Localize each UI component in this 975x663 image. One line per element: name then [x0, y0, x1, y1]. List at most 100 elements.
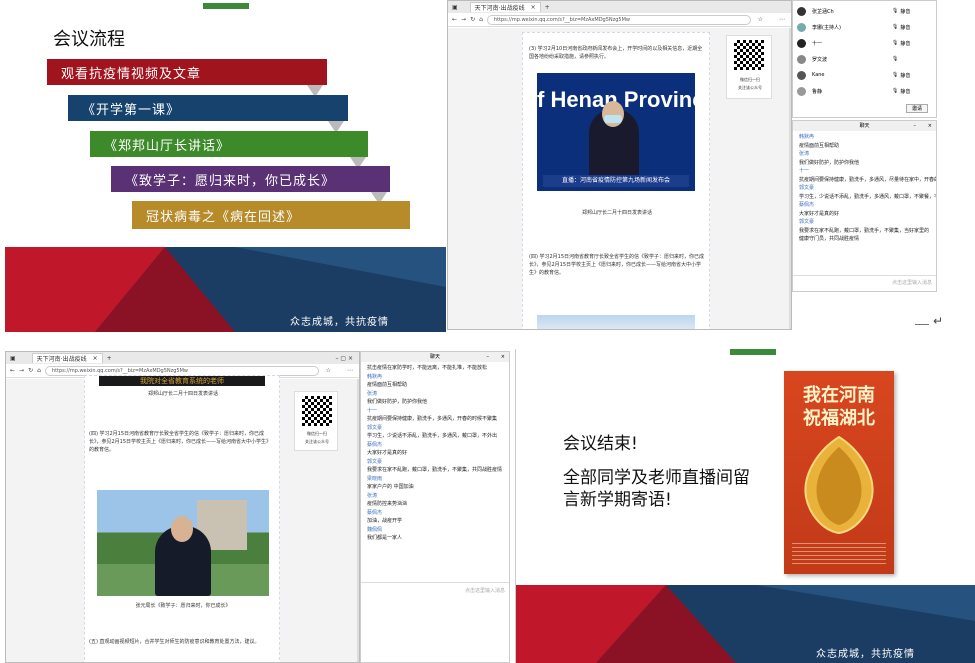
menu-dots-icon[interactable]: ⋯ — [347, 367, 353, 374]
article-paragraph-2: (四) 学习2月15日河南省教育厅长致全省学生的信《致学子：愿归来时，你已成长》… — [529, 254, 705, 276]
article-card: 我院对全省教育系统的老师 郑邦山厅长二月十四日发表讲话 (四) 学习2月15日河… — [84, 375, 280, 662]
slide-agenda: 会议流程 观看抗疫情视频及文章 《开学第一课》 《郑邦山厅长讲话》 《致学子：愿… — [5, 3, 446, 332]
agenda-item-3-label: 《郑邦山厅长讲话》 — [104, 138, 231, 154]
back-icon[interactable]: ← — [10, 367, 15, 374]
home-icon[interactable]: ⌂ — [37, 367, 41, 374]
new-tab-icon[interactable]: + — [545, 4, 550, 11]
home-icon[interactable]: ⌂ — [479, 16, 483, 23]
avatar — [797, 54, 806, 64]
slide-slogan: 众志成城，共抗疫情 — [816, 649, 915, 660]
participant-row[interactable]: 鲁静 🎙 静音 — [793, 83, 936, 99]
chat-message: 抗疫期间要保持健康，勤洗手，多通风，开春的时候不聚集 — [367, 416, 498, 422]
chat-panel-top: 聊天 – × 韩默冉 疫情面前互相帮助 张涛 我们做好防护，防护你我他 十一 抗… — [792, 120, 937, 292]
banner-caption: 直播：河南省疫情防控第九场新闻发布会 — [543, 175, 689, 187]
participant-row[interactable]: 张芷涵Ch 🎙 静音 — [793, 3, 936, 19]
favorite-icon[interactable]: ☆ — [326, 367, 331, 374]
close-icon[interactable]: × — [928, 121, 932, 131]
slide-closing: 会议结束! 全部同学及老师直播间留言新学期寄语! 我在河南 祝福湖北 众志成城，… — [515, 349, 975, 663]
video-caption-top: 郑邦山厅长二月十四日发表讲话 — [147, 391, 218, 397]
article-card: (3) 学习2月10日河南省政府新闻发布会上，开学时间的以及相关信息，近期全国各… — [522, 32, 710, 329]
participant-row[interactable]: 罗文波 🎙 — [793, 51, 936, 67]
chat-message: 疫情面前互相帮助 — [367, 382, 408, 388]
browser-menu-icon[interactable]: ▣ — [452, 4, 458, 11]
chat-titlebar: 聊天 – × — [793, 121, 936, 131]
chat-sender: 十一 — [799, 168, 810, 174]
window-controls[interactable]: – ▢ × — [335, 355, 353, 362]
browser-titlebar: ▣ 天下河南·出战疫线 × + – ▢ × — [6, 352, 359, 364]
participant-row[interactable]: 十一 🎙 静音 — [793, 35, 936, 51]
qr-caption-1: 微信扫一扫 — [740, 77, 760, 82]
new-tab-icon[interactable]: + — [107, 355, 112, 362]
close-icon[interactable]: × — [501, 352, 505, 362]
agenda-item-1-label: 观看抗疫情视频及文章 — [61, 66, 202, 82]
mic-icon[interactable]: 🎙 — [892, 24, 898, 30]
press-conference-image[interactable]: f Henan Provinc 直播：河南省疫情防控第九场新闻发布会 — [537, 73, 695, 191]
minimize-icon[interactable]: – — [487, 352, 490, 362]
qr-code-image[interactable] — [302, 396, 332, 426]
mic-icon[interactable]: 🎙 — [892, 56, 898, 62]
speaker-head — [171, 516, 193, 542]
participant-name: 鲁静 — [812, 88, 823, 95]
participant-status: 静音 — [900, 72, 911, 79]
agenda-item-3: 《郑邦山厅长讲话》 — [90, 131, 368, 157]
invite-button[interactable]: 邀请 — [906, 104, 928, 113]
reload-icon[interactable]: ↻ — [470, 16, 475, 23]
avatar — [797, 22, 806, 32]
chat-sender: 十一 — [367, 407, 378, 414]
browser-titlebar: ▣ 天下河南·出战疫线 × + — [448, 1, 791, 13]
participant-name: 罗文波 — [812, 56, 828, 63]
speech-video[interactable] — [97, 490, 269, 596]
chat-sender: 郭文豪 — [799, 219, 815, 225]
hubei-map-shape — [804, 435, 874, 535]
slide-slogan: 众志成城，共抗疫情 — [290, 317, 389, 328]
chat-message: 大家好才是真的好 — [799, 210, 840, 217]
chat-messages: 抗击疫情在家防学时，不能远离，不能扎堆，不能放松 韩默冉 疫情面前互相帮助 张涛… — [361, 362, 509, 543]
browser-tab[interactable]: 天下河南·出战疫线 × — [31, 353, 103, 363]
slide-top-indicator — [203, 3, 249, 9]
chat-input[interactable]: 点击这里输入消息 — [361, 582, 509, 662]
speaker-mask — [604, 115, 622, 123]
address-bar[interactable]: https://mp.weixin.qq.com/s?__biz=MzAxMDg… — [44, 365, 319, 376]
speaker-head — [602, 101, 624, 127]
mic-icon[interactable]: 🎙 — [892, 72, 898, 78]
qr-caption-2: 关注该公众号 — [305, 439, 329, 444]
browser-tab[interactable]: 天下河南·出战疫线 × — [469, 2, 541, 12]
participant-status: 静音 — [900, 40, 911, 47]
participant-name: 十一 — [812, 40, 823, 47]
chat-message: 大家好才是真的好 — [367, 450, 408, 456]
campus-image[interactable] — [537, 315, 695, 329]
forward-icon[interactable]: → — [19, 367, 24, 374]
forward-icon[interactable]: → — [461, 16, 466, 23]
favorite-icon[interactable]: ☆ — [758, 16, 763, 23]
chat-sender: 韩默冉 — [799, 134, 815, 140]
article-paragraph-1: (3) 学习2月10日河南省政府新闻发布会上，开学时间的以及相关信息，近期全国各… — [529, 46, 703, 60]
avatar — [797, 70, 806, 80]
close-tab-icon[interactable]: × — [93, 355, 98, 362]
participant-row[interactable]: 李娜(主持人) 🎙 静音 — [793, 19, 936, 35]
reload-icon[interactable]: ↻ — [28, 367, 33, 374]
chat-message: 我要求在家不乱跑，戴口罩，勤洗手，不聚集，当好家里的健康守门员，共同战胜疫情 — [799, 227, 930, 243]
close-tab-icon[interactable]: × — [531, 4, 536, 11]
browser-menu-icon[interactable]: ▣ — [10, 355, 16, 362]
menu-dots-icon[interactable]: ⋯ — [779, 16, 785, 23]
qr-code-panel: 微信扫一扫 关注该公众号 — [294, 391, 338, 451]
mic-icon[interactable]: 🎙 — [892, 40, 898, 46]
agenda-item-2: 《开学第一课》 — [68, 95, 348, 121]
top-video-strip[interactable]: 我院对全省教育系统的老师 — [99, 376, 265, 386]
participant-row[interactable]: Kane 🎙 静音 — [793, 67, 936, 83]
article-page: 我院对全省教育系统的老师 郑邦山厅长二月十四日发表讲话 (四) 学习2月15日河… — [6, 375, 359, 662]
qr-code-image[interactable] — [734, 40, 764, 70]
participant-name: 李娜(主持人) — [812, 24, 841, 31]
back-icon[interactable]: ← — [452, 16, 457, 23]
chat-sender: 张涛 — [367, 390, 378, 397]
browser-tab-label: 天下河南·出战疫线 — [474, 5, 525, 12]
mic-icon[interactable]: 🎙 — [892, 8, 898, 14]
chat-message: 我们都是一家人 — [367, 535, 403, 541]
poster-footer — [792, 543, 886, 567]
chat-sender: 蔡佩杰 — [367, 509, 383, 516]
minimize-icon[interactable]: – — [914, 121, 917, 131]
chat-sender: 梁晓雨 — [367, 475, 383, 482]
mic-icon[interactable]: 🎙 — [892, 88, 898, 94]
chat-input[interactable]: 点击这里输入消息 — [793, 275, 936, 291]
address-bar[interactable]: https://mp.weixin.qq.com/s?__biz=MzAxMDg… — [486, 14, 751, 25]
